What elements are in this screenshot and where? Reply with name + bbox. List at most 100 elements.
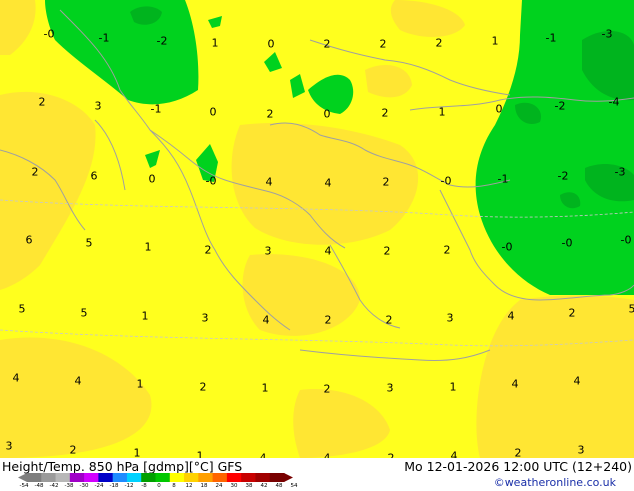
scale-tick-label: 12 bbox=[186, 484, 193, 490]
temperature-value: 3 bbox=[447, 313, 454, 324]
scale-tick-label: 8 bbox=[172, 484, 176, 490]
temperature-value: 2 bbox=[324, 384, 331, 395]
temperature-value: 5 bbox=[629, 304, 634, 315]
scale-swatch bbox=[41, 473, 56, 482]
scale-tick-label: -12 bbox=[125, 484, 134, 490]
temperature-value: 1 bbox=[492, 36, 499, 47]
temperature-value: -1 bbox=[546, 33, 557, 44]
scale-tick-label: -38 bbox=[65, 484, 74, 490]
temperature-value: 2 bbox=[200, 382, 207, 393]
temperature-value: -4 bbox=[609, 97, 620, 108]
temperature-value: 5 bbox=[19, 304, 26, 315]
temperature-value: 2 bbox=[325, 315, 332, 326]
temperature-value: 3 bbox=[265, 246, 272, 257]
scale-tick-label: -42 bbox=[50, 484, 59, 490]
temperature-value: 4 bbox=[266, 177, 273, 188]
temperature-value: 2 bbox=[70, 445, 77, 456]
scale-tick-label: -48 bbox=[35, 484, 44, 490]
temperature-value: 5 bbox=[81, 308, 88, 319]
scale-swatch bbox=[27, 473, 42, 482]
temperature-value: 4 bbox=[325, 178, 332, 189]
temperature-value: 2 bbox=[569, 308, 576, 319]
scale-tick-label: -18 bbox=[110, 484, 119, 490]
scale-tick-label: 30 bbox=[231, 484, 238, 490]
scale-tick-label: -30 bbox=[80, 484, 89, 490]
temperature-value: -0 bbox=[621, 235, 632, 246]
scale-swatch bbox=[241, 473, 256, 482]
temperature-value: 2 bbox=[383, 177, 390, 188]
temperature-value: 4 bbox=[75, 376, 82, 387]
temperature-map bbox=[0, 0, 634, 458]
temperature-value: 6 bbox=[91, 171, 98, 182]
temperature-value: 2 bbox=[32, 167, 39, 178]
temperature-value: 1 bbox=[145, 242, 152, 253]
scale-swatch bbox=[98, 473, 113, 482]
map-title: Height/Temp. 850 hPa [gdmp][°C] GFS bbox=[2, 459, 242, 474]
temperature-value: 3 bbox=[95, 101, 102, 112]
temperature-value: -3 bbox=[615, 167, 626, 178]
scale-tick-label: -24 bbox=[95, 484, 104, 490]
scale-tick-label: 0 bbox=[157, 484, 161, 490]
scale-tick-label: 48 bbox=[276, 484, 283, 490]
scale-swatch bbox=[213, 473, 228, 482]
credit-link[interactable]: ©weatheronline.co.uk bbox=[494, 476, 616, 489]
temperature-value: 6 bbox=[26, 235, 33, 246]
scale-swatch bbox=[84, 473, 99, 482]
scale-tick-label: -54 bbox=[20, 484, 29, 490]
temperature-value: 4 bbox=[574, 376, 581, 387]
temperature-value: 1 bbox=[262, 383, 269, 394]
temperature-value: 1 bbox=[439, 107, 446, 118]
temperature-value: 0 bbox=[324, 109, 331, 120]
scale-arrow-right bbox=[284, 473, 293, 482]
temperature-value: -1 bbox=[99, 33, 110, 44]
temperature-value: 2 bbox=[515, 448, 522, 459]
temperature-value: 1 bbox=[137, 379, 144, 390]
temperature-value: -0 bbox=[206, 176, 217, 187]
scale-swatch bbox=[156, 473, 171, 482]
temperature-value: 2 bbox=[444, 245, 451, 256]
scale-swatch bbox=[227, 473, 242, 482]
temperature-value: 2 bbox=[386, 315, 393, 326]
temperature-value: 4 bbox=[508, 311, 515, 322]
temperature-value: -3 bbox=[602, 29, 613, 40]
temperature-value: 5 bbox=[86, 238, 93, 249]
temperature-value: 3 bbox=[387, 383, 394, 394]
scale-swatch bbox=[113, 473, 128, 482]
scale-tick-label: -8 bbox=[141, 484, 146, 490]
scale-swatch bbox=[170, 473, 185, 482]
temperature-value: 2 bbox=[39, 97, 46, 108]
color-scale-bar bbox=[18, 473, 293, 482]
scale-swatch bbox=[56, 473, 71, 482]
scale-swatch bbox=[141, 473, 156, 482]
scale-swatch bbox=[270, 473, 285, 482]
scale-tick-label: 24 bbox=[216, 484, 223, 490]
temperature-value: 4 bbox=[325, 246, 332, 257]
temperature-value: 0 bbox=[268, 39, 275, 50]
scale-swatch bbox=[184, 473, 199, 482]
temperature-value: 4 bbox=[263, 315, 270, 326]
scale-swatch bbox=[198, 473, 213, 482]
map-panel bbox=[0, 0, 634, 458]
temperature-value: 3 bbox=[578, 445, 585, 456]
temperature-value: 2 bbox=[384, 246, 391, 257]
temperature-value: -2 bbox=[157, 36, 168, 47]
temperature-value: 4 bbox=[13, 373, 20, 384]
temperature-value: 2 bbox=[324, 39, 331, 50]
temperature-value: 4 bbox=[512, 379, 519, 390]
temperature-value: -1 bbox=[498, 174, 509, 185]
temperature-value: 2 bbox=[382, 108, 389, 119]
temperature-value: -0 bbox=[502, 242, 513, 253]
temperature-value: 2 bbox=[380, 39, 387, 50]
temperature-value: -2 bbox=[558, 171, 569, 182]
temperature-value: -1 bbox=[151, 104, 162, 115]
valid-datetime: Mo 12-01-2026 12:00 UTC (12+240) bbox=[404, 459, 632, 474]
temperature-value: 3 bbox=[202, 313, 209, 324]
scale-swatch bbox=[70, 473, 85, 482]
temperature-value: 1 bbox=[142, 311, 149, 322]
temperature-value: -0 bbox=[44, 29, 55, 40]
temperature-value: -0 bbox=[562, 238, 573, 249]
temperature-value: 1 bbox=[212, 38, 219, 49]
temperature-value: 2 bbox=[205, 245, 212, 256]
footer: Height/Temp. 850 hPa [gdmp][°C] GFS Mo 1… bbox=[0, 458, 634, 490]
scale-tick-label: 38 bbox=[246, 484, 253, 490]
